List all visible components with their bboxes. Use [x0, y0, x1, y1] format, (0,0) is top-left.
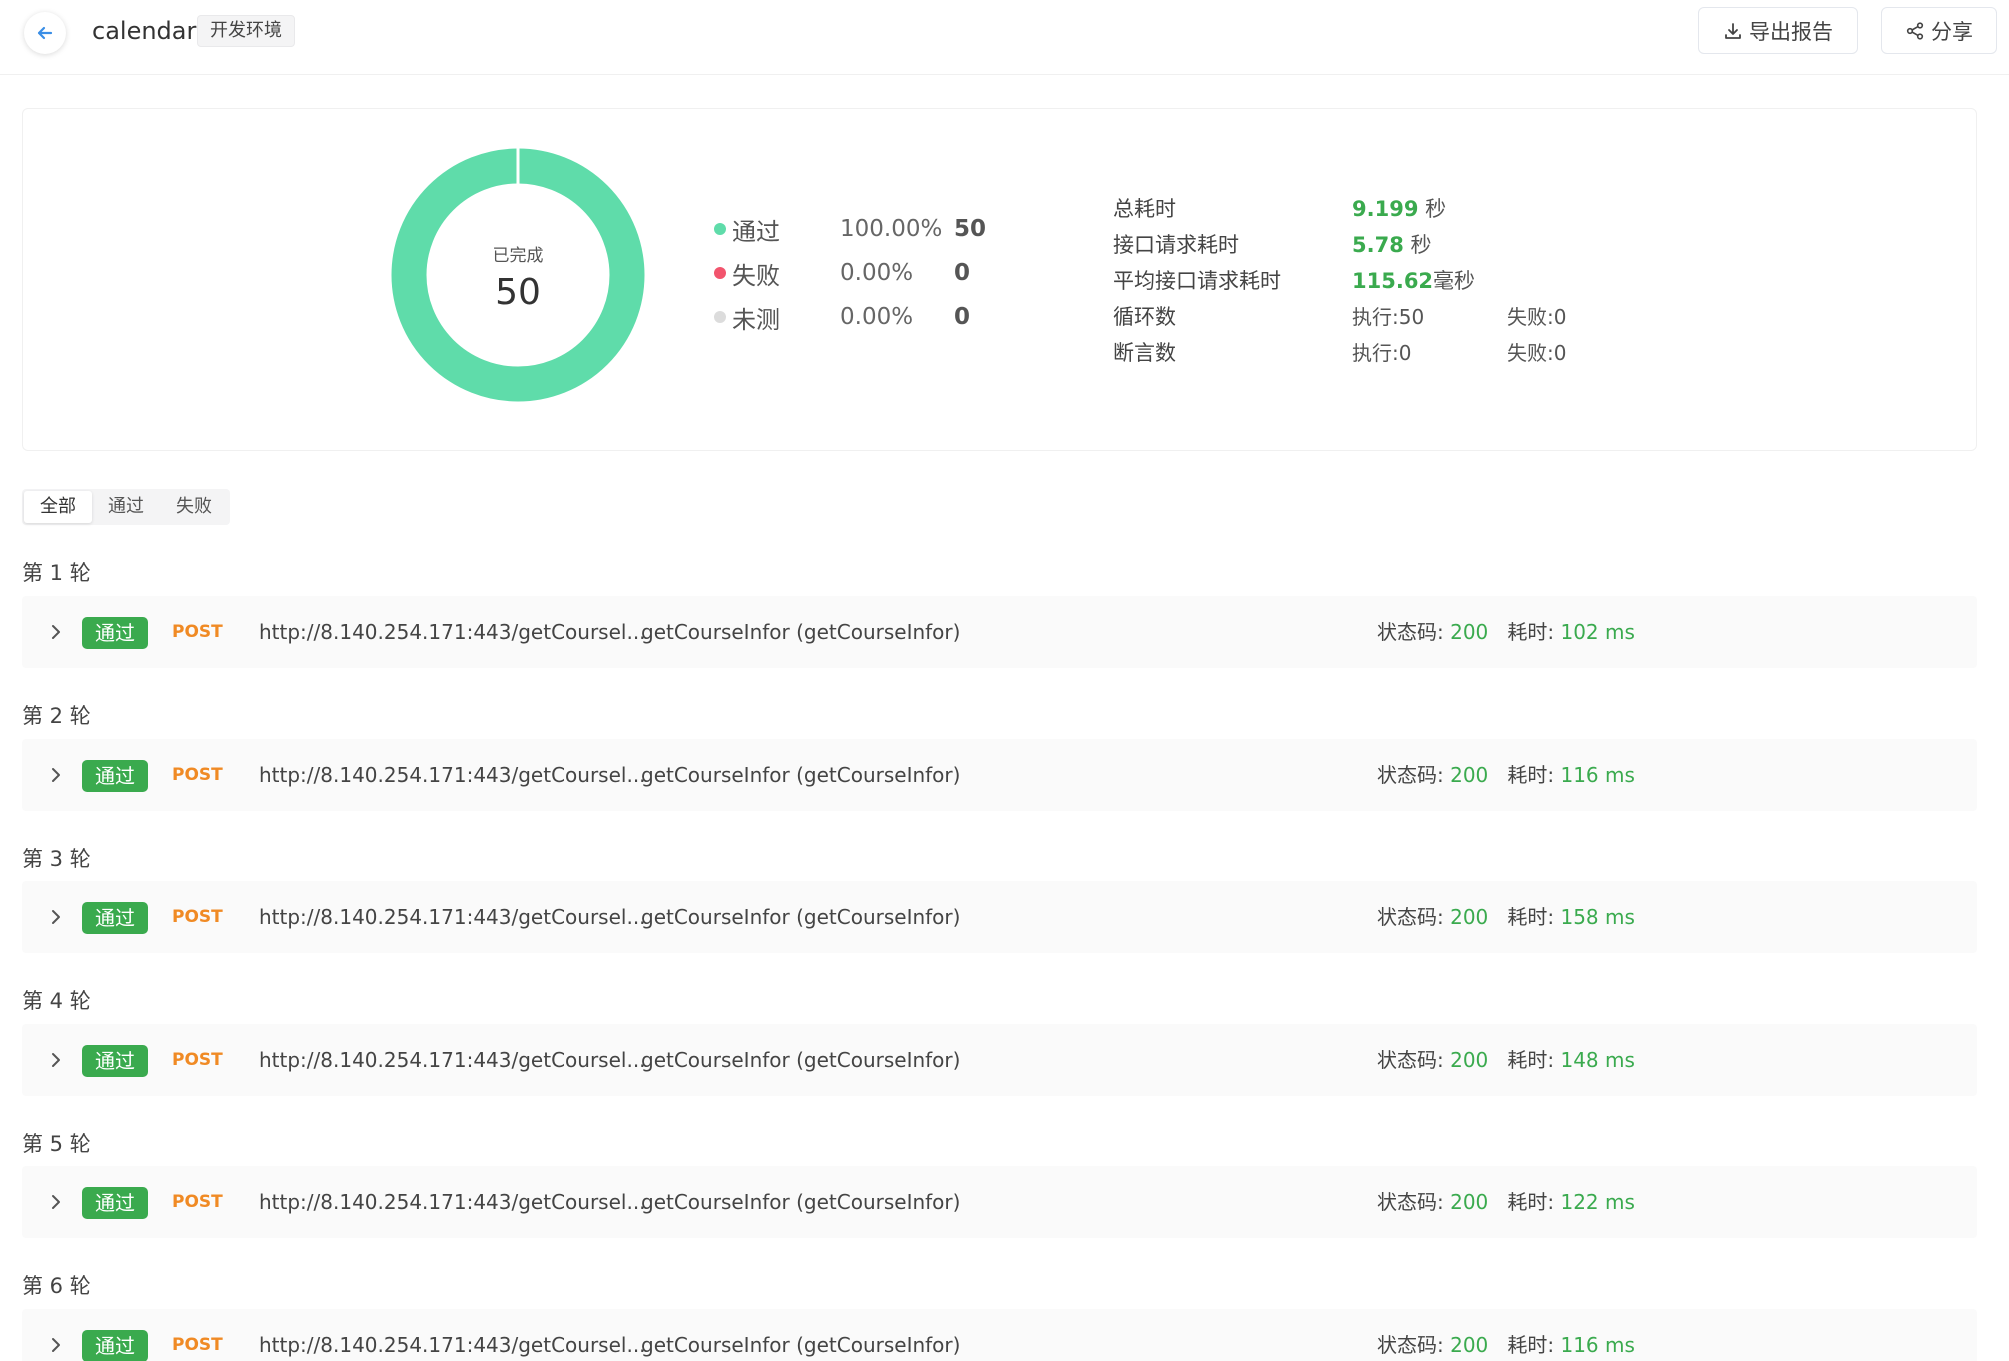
- chevron-right-icon[interactable]: [46, 1050, 66, 1070]
- request-url: http://8.140.254.171:443/getCoursel...: [259, 620, 646, 644]
- legend-count: 0: [954, 260, 971, 286]
- filter-tab-all[interactable]: 全部: [24, 491, 92, 523]
- avg-request-time-value: 115.62毫秒: [1352, 269, 1476, 293]
- request-row[interactable]: 通过 POST http://8.140.254.171:443/getCour…: [22, 1309, 1977, 1361]
- http-method: POST: [172, 1335, 223, 1355]
- donut-label: 已完成: [493, 246, 544, 266]
- request-row[interactable]: 通过 POST http://8.140.254.171:443/getCour…: [22, 1166, 1977, 1238]
- status-badge: 通过: [82, 760, 148, 792]
- status-badge: 通过: [82, 1045, 148, 1077]
- status-badge: 通过: [82, 1330, 148, 1361]
- page-title: calendar: [92, 17, 197, 45]
- loop-fail-value: 失败:0: [1507, 305, 1567, 329]
- request-url: http://8.140.254.171:443/getCoursel...: [259, 905, 646, 929]
- chevron-right-icon[interactable]: [46, 907, 66, 927]
- response-summary: 状态码: 200 耗时: 102 ms: [1377, 620, 1635, 644]
- legend-name: 失败: [732, 261, 780, 290]
- http-method: POST: [172, 622, 223, 642]
- round-label: 第 4 轮: [22, 989, 91, 1013]
- http-method: POST: [172, 765, 223, 785]
- assert-count-label: 断言数: [1113, 341, 1176, 365]
- api-name: getCourseInfor (getCourseInfor): [641, 763, 961, 787]
- top-bar: calendar 开发环境 导出报告 分享: [0, 0, 2009, 75]
- round-label: 第 1 轮: [22, 561, 91, 585]
- total-time-value: 9.199 秒: [1352, 197, 1447, 221]
- env-tag: 开发环境: [197, 15, 295, 47]
- chevron-right-icon[interactable]: [46, 622, 66, 642]
- result-filter-tabs: 全部 通过 失败: [22, 489, 230, 525]
- legend-count: 0: [954, 304, 971, 330]
- request-row[interactable]: 通过 POST http://8.140.254.171:443/getCour…: [22, 1024, 1977, 1096]
- legend-untested-dot-icon: [714, 311, 726, 323]
- loop-exec-value: 执行:50: [1352, 305, 1425, 329]
- legend-name: 未测: [732, 305, 780, 334]
- loop-count-label: 循环数: [1113, 305, 1176, 329]
- legend-percent: 100.00%: [840, 216, 943, 242]
- share-icon: [1906, 21, 1924, 40]
- arrow-left-icon: [37, 26, 53, 40]
- filter-tab-fail[interactable]: 失败: [160, 491, 228, 523]
- api-name: getCourseInfor (getCourseInfor): [641, 1048, 961, 1072]
- response-summary: 状态码: 200 耗时: 116 ms: [1377, 763, 1635, 787]
- legend-percent: 0.00%: [840, 260, 914, 286]
- request-time-value: 5.78 秒: [1352, 233, 1432, 257]
- round-label: 第 5 轮: [22, 1132, 91, 1156]
- legend-untested: 未测 0.00% 0: [714, 299, 970, 335]
- response-summary: 状态码: 200 耗时: 122 ms: [1377, 1190, 1635, 1214]
- request-row[interactable]: 通过 POST http://8.140.254.171:443/getCour…: [22, 881, 1977, 953]
- round-label: 第 6 轮: [22, 1274, 91, 1298]
- status-badge: 通过: [82, 902, 148, 934]
- request-url: http://8.140.254.171:443/getCoursel...: [259, 1190, 646, 1214]
- chevron-right-icon[interactable]: [46, 765, 66, 785]
- legend-fail: 失败 0.00% 0: [714, 255, 970, 291]
- request-url: http://8.140.254.171:443/getCoursel...: [259, 1048, 646, 1072]
- round-label: 第 3 轮: [22, 847, 91, 871]
- response-summary: 状态码: 200 耗时: 116 ms: [1377, 1333, 1635, 1357]
- request-url: http://8.140.254.171:443/getCoursel...: [259, 763, 646, 787]
- legend-percent: 0.00%: [840, 304, 914, 330]
- total-time-label: 总耗时: [1113, 197, 1176, 221]
- legend-name: 通过: [732, 217, 780, 246]
- chevron-right-icon[interactable]: [46, 1335, 66, 1355]
- response-summary: 状态码: 200 耗时: 158 ms: [1377, 905, 1635, 929]
- assert-exec-value: 执行:0: [1352, 341, 1412, 365]
- api-name: getCourseInfor (getCourseInfor): [641, 1333, 961, 1357]
- donut-total: 50: [495, 272, 541, 313]
- summary-card: [22, 108, 1977, 451]
- status-badge: 通过: [82, 617, 148, 649]
- completion-donut: 已完成 50: [391, 147, 645, 402]
- export-report-button[interactable]: 导出报告: [1698, 7, 1858, 54]
- legend-count: 50: [954, 216, 987, 242]
- assert-fail-value: 失败:0: [1507, 341, 1567, 365]
- round-label: 第 2 轮: [22, 704, 91, 728]
- status-badge: 通过: [82, 1187, 148, 1219]
- legend-pass: 通过 100.00% 50: [714, 211, 986, 247]
- request-time-label: 接口请求耗时: [1113, 233, 1239, 257]
- http-method: POST: [172, 1050, 223, 1070]
- response-summary: 状态码: 200 耗时: 148 ms: [1377, 1048, 1635, 1072]
- download-icon: [1725, 22, 1741, 39]
- export-report-label: 导出报告: [1749, 19, 1833, 44]
- api-name: getCourseInfor (getCourseInfor): [641, 905, 961, 929]
- avg-request-time-label: 平均接口请求耗时: [1113, 269, 1281, 293]
- http-method: POST: [172, 907, 223, 927]
- request-row[interactable]: 通过 POST http://8.140.254.171:443/getCour…: [22, 596, 1977, 668]
- filter-tab-pass[interactable]: 通过: [92, 491, 160, 523]
- request-url: http://8.140.254.171:443/getCoursel...: [259, 1333, 646, 1357]
- legend-fail-dot-icon: [714, 267, 726, 279]
- request-row[interactable]: 通过 POST http://8.140.254.171:443/getCour…: [22, 739, 1977, 811]
- http-method: POST: [172, 1192, 223, 1212]
- share-label: 分享: [1931, 19, 1973, 44]
- back-button[interactable]: [24, 12, 66, 54]
- api-name: getCourseInfor (getCourseInfor): [641, 1190, 961, 1214]
- chevron-right-icon[interactable]: [46, 1192, 66, 1212]
- legend-pass-dot-icon: [714, 223, 726, 235]
- api-name: getCourseInfor (getCourseInfor): [641, 620, 961, 644]
- share-button[interactable]: 分享: [1881, 7, 1997, 54]
